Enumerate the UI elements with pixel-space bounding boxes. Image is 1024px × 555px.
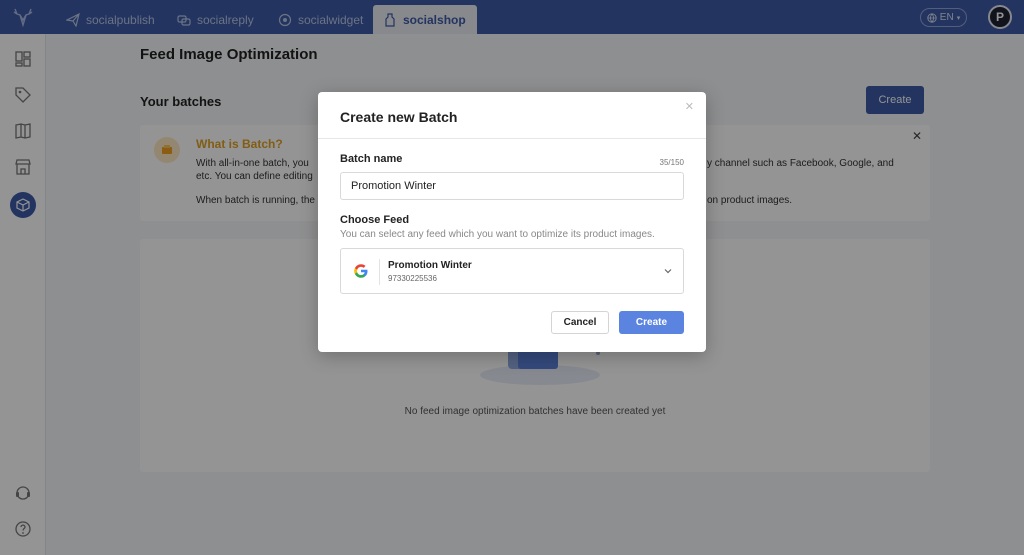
choose-feed-helper-text: You can select any feed which you want t… [340, 229, 655, 240]
batch-name-label: Batch name [340, 153, 403, 165]
batch-name-input[interactable] [340, 172, 684, 200]
create-button[interactable]: Create [619, 311, 684, 334]
create-batch-modal: Create new Batch ✕ Batch name 35/150 Cho… [318, 92, 706, 352]
character-counter: 35/150 [659, 158, 684, 167]
cancel-button[interactable]: Cancel [551, 311, 609, 334]
divider [379, 259, 380, 285]
feed-id: 97330225536 [388, 274, 437, 283]
modal-title: Create new Batch [340, 109, 458, 125]
feed-select[interactable]: Promotion Winter 97330225536 [340, 248, 684, 294]
choose-feed-label: Choose Feed [340, 214, 410, 226]
feed-name: Promotion Winter [388, 260, 472, 271]
google-icon [354, 264, 368, 278]
divider [318, 138, 706, 139]
close-icon[interactable]: ✕ [685, 100, 694, 113]
chevron-down-icon [664, 269, 672, 274]
